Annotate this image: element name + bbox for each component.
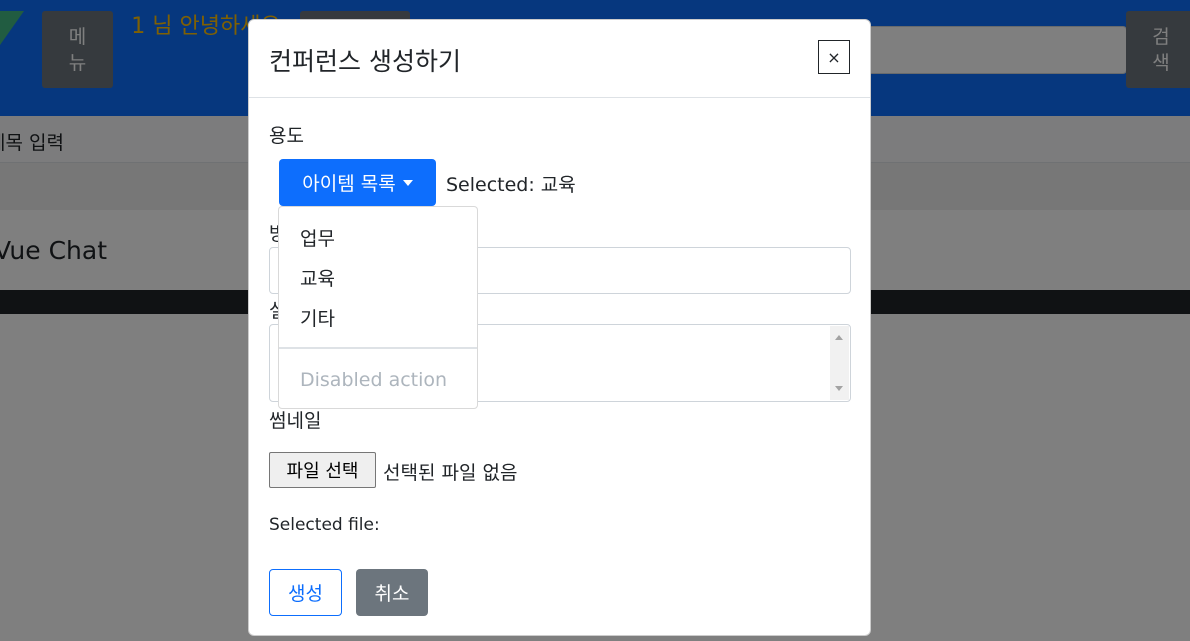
scroll-down-icon[interactable] [835, 386, 843, 391]
item-list-dropdown-button[interactable]: 아이템 목록 [279, 159, 436, 206]
dropdown-item-work[interactable]: 업무 [279, 217, 477, 257]
thumbnail-label: 썸네일 [269, 410, 322, 432]
file-status-text: 선택된 파일 없음 [383, 462, 518, 484]
caret-down-icon [402, 179, 413, 186]
selected-file-text: Selected file: [269, 515, 380, 535]
cancel-button[interactable]: 취소 [356, 569, 428, 616]
close-icon: × [827, 47, 841, 67]
create-button[interactable]: 생성 [269, 569, 342, 616]
modal-title: 컨퍼런스 생성하기 [269, 47, 461, 76]
dropdown-divider [279, 347, 477, 349]
close-button[interactable]: × [818, 40, 850, 74]
dropdown-item-disabled: Disabled action [300, 369, 448, 391]
dropdown-item-other[interactable]: 기타 [279, 297, 477, 337]
modal-header: 컨퍼런스 생성하기 × [249, 20, 870, 98]
item-list-dropdown-menu: 업무 교육 기타 Disabled action [278, 206, 478, 409]
dropdown-button-label: 아이템 목록 [302, 173, 396, 195]
scroll-up-icon[interactable] [835, 335, 843, 340]
selected-purpose-text: Selected: 교육 [446, 174, 576, 196]
file-select-button[interactable]: 파일 선택 [269, 452, 376, 488]
file-select-button-label: 파일 선택 [286, 461, 359, 482]
dropdown-item-education[interactable]: 교육 [279, 257, 477, 297]
cancel-button-label: 취소 [374, 583, 410, 605]
purpose-label: 용도 [269, 125, 304, 147]
textarea-scrollbar[interactable] [830, 326, 849, 400]
create-button-label: 생성 [288, 583, 323, 605]
